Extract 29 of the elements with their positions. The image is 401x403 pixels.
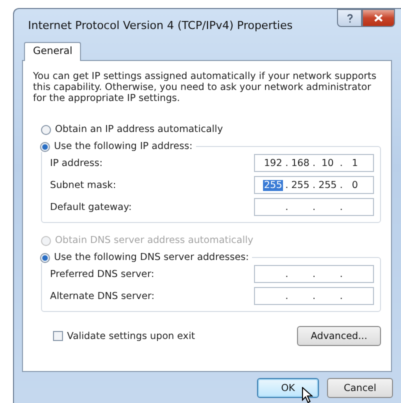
close-button[interactable] bbox=[362, 9, 395, 27]
octet-text: 255 bbox=[317, 180, 338, 190]
ok-button[interactable]: OK bbox=[257, 378, 319, 398]
cancel-button[interactable]: Cancel bbox=[327, 378, 393, 398]
close-icon bbox=[374, 14, 383, 22]
ip-address-field[interactable]: . . . bbox=[254, 287, 374, 305]
field-label: Subnet mask: bbox=[50, 180, 116, 190]
description-text: You can get IP settings assigned automatically if your network supports this capability. Otherwise, you need to ask your network administrator for the appropriate IP settings. bbox=[33, 71, 378, 104]
tab[interactable]: General bbox=[24, 42, 82, 61]
advanced-button[interactable]: Advanced... bbox=[297, 326, 381, 346]
field-label: Preferred DNS server: bbox=[50, 268, 154, 280]
help-icon bbox=[346, 14, 352, 22]
window-title: Internet Protocol Version 4 (TCP/IPv4) Properties bbox=[27, 19, 293, 32]
octet-text: 168 bbox=[290, 158, 311, 168]
ip-address-field[interactable]: . . . bbox=[254, 265, 374, 283]
ip-address-field[interactable]: 192 . 168 . 10 . 1 bbox=[254, 154, 374, 172]
octet-text: 192 bbox=[262, 158, 284, 168]
field-label: Default gateway: bbox=[50, 202, 132, 212]
octet-text: 0 bbox=[350, 180, 359, 190]
octet-text: 255 bbox=[290, 180, 311, 190]
cursor-icon bbox=[302, 387, 313, 403]
ip-address-field[interactable]: 255 . 255 . 255 . 0 bbox=[254, 176, 374, 194]
field-label: IP address: bbox=[50, 158, 103, 168]
help-button[interactable] bbox=[337, 9, 362, 27]
octet-text: 1 bbox=[350, 158, 359, 168]
field-label: Alternate DNS server: bbox=[50, 290, 154, 302]
octet-text: 255 bbox=[262, 180, 284, 190]
octet-text: 10 bbox=[320, 158, 335, 168]
ip-address-field[interactable]: . . . bbox=[254, 198, 374, 216]
